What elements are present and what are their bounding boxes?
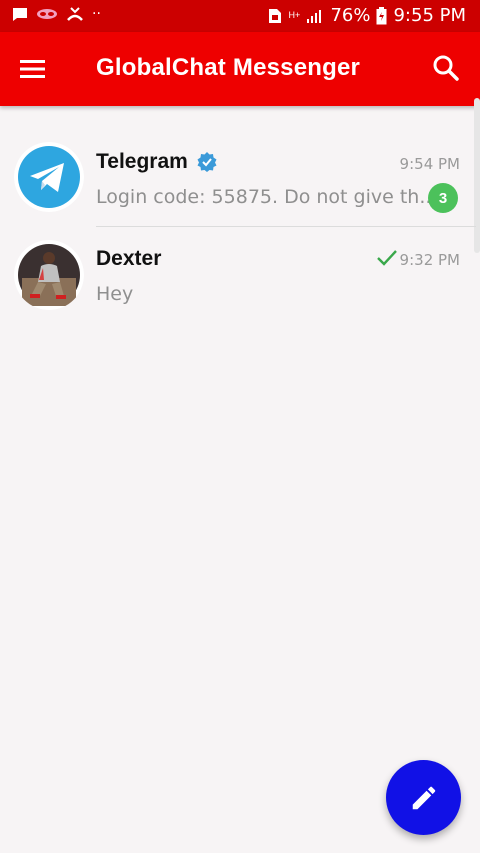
compose-button[interactable] — [386, 760, 461, 835]
signal-icon — [307, 9, 322, 23]
battery-icon — [376, 6, 387, 24]
unread-count-badge: 3 — [428, 183, 458, 213]
hamburger-menu-icon — [20, 60, 45, 78]
chat-name: Dexter — [96, 247, 162, 270]
search-icon — [433, 55, 459, 81]
chat-item-telegram[interactable]: Telegram 9:54 PM Login code: 55875. Do n… — [0, 130, 476, 226]
mask-notification-icon — [37, 9, 57, 19]
search-button[interactable] — [432, 54, 464, 86]
telegram-logo-icon — [14, 142, 84, 212]
chat-time: 9:32 PM — [399, 251, 460, 269]
battery-percent: 76% — [330, 5, 371, 26]
clock: 9:55 PM — [393, 5, 466, 26]
chat-preview: Login code: 55875. Do not give th... — [96, 186, 438, 208]
sim-icon — [269, 8, 282, 23]
chat-time: 9:54 PM — [399, 155, 460, 173]
menu-button[interactable] — [20, 54, 54, 84]
chat-divider — [96, 226, 476, 227]
message-notification-icon — [13, 7, 27, 21]
status-bar: ·· H+ 76% 9:55 PM — [0, 0, 480, 32]
missed-call-icon — [67, 7, 83, 21]
app-title: GlobalChat Messenger — [96, 54, 361, 81]
chat-name: Telegram — [96, 150, 188, 173]
chat-preview: Hey — [96, 283, 134, 305]
chat-item-dexter[interactable]: Dexter 9:32 PM Hey — [0, 228, 476, 324]
more-notifications-icon: ·· — [92, 6, 101, 22]
sent-check-icon — [377, 250, 397, 266]
pencil-icon — [412, 786, 435, 809]
telegram-avatar — [14, 142, 84, 212]
verified-badge-icon — [197, 152, 217, 172]
network-type: H+ — [288, 10, 301, 20]
dexter-avatar — [14, 240, 84, 310]
user-photo-avatar — [14, 240, 84, 310]
app-bar: GlobalChat Messenger — [0, 32, 480, 106]
